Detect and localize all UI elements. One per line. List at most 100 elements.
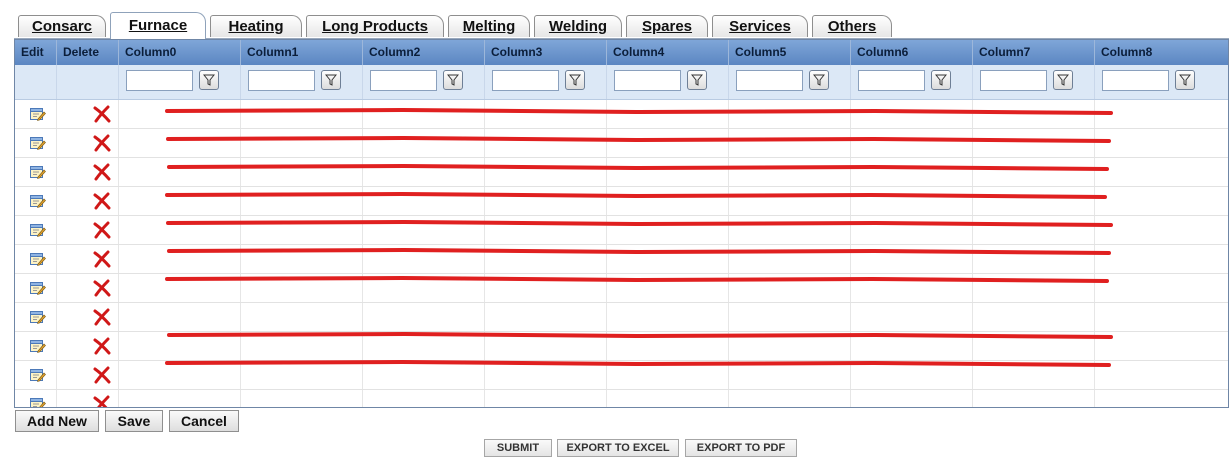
filter-cell-column0: [119, 65, 241, 99]
edit-icon[interactable]: [30, 223, 46, 237]
table-cell: [363, 129, 485, 157]
table-row: [15, 332, 1228, 361]
delete-x-icon[interactable]: [93, 192, 111, 210]
table-cell: [607, 129, 729, 157]
table-cell: [241, 245, 363, 273]
edit-icon[interactable]: [30, 281, 46, 295]
tab-melting[interactable]: Melting: [448, 15, 530, 37]
delete-cell: [57, 303, 119, 331]
tab-spares[interactable]: Spares: [626, 15, 708, 37]
export-excel-button[interactable]: EXPORT TO EXCEL: [557, 439, 679, 457]
filter-button-column8[interactable]: [1175, 70, 1195, 90]
table-cell: [729, 158, 851, 186]
filter-button-column0[interactable]: [199, 70, 219, 90]
delete-x-icon[interactable]: [93, 337, 111, 355]
save-button[interactable]: Save: [105, 410, 163, 432]
filter-input-column3[interactable]: [492, 70, 559, 91]
header-column6[interactable]: Column6: [851, 40, 973, 65]
table-cell: [729, 187, 851, 215]
header-column2[interactable]: Column2: [363, 40, 485, 65]
filter-input-column2[interactable]: [370, 70, 437, 91]
edit-icon[interactable]: [30, 339, 46, 353]
table-row: [15, 187, 1228, 216]
tab-others[interactable]: Others: [812, 15, 892, 37]
filter-cell-column1: [241, 65, 363, 99]
delete-cell: [57, 390, 119, 408]
filter-button-column7[interactable]: [1053, 70, 1073, 90]
edit-icon[interactable]: [30, 107, 46, 121]
table-cell: [851, 158, 973, 186]
header-column4[interactable]: Column4: [607, 40, 729, 65]
table-cell: [729, 245, 851, 273]
edit-icon[interactable]: [30, 136, 46, 150]
tab-consarc[interactable]: Consarc: [18, 15, 106, 37]
table-cell: [119, 216, 241, 244]
header-column7[interactable]: Column7: [973, 40, 1095, 65]
header-column0[interactable]: Column0: [119, 40, 241, 65]
filter-input-column6[interactable]: [858, 70, 925, 91]
table-cell: [241, 303, 363, 331]
table-cell: [485, 245, 607, 273]
export-pdf-button[interactable]: EXPORT TO PDF: [685, 439, 797, 457]
edit-icon[interactable]: [30, 310, 46, 324]
table-cell: [973, 332, 1095, 360]
edit-icon[interactable]: [30, 397, 46, 408]
filter-funnel-icon: [1179, 74, 1191, 86]
header-column3[interactable]: Column3: [485, 40, 607, 65]
table-row: [15, 158, 1228, 187]
edit-icon[interactable]: [30, 368, 46, 382]
table-cell: [1095, 245, 1228, 273]
filter-button-column2[interactable]: [443, 70, 463, 90]
delete-x-icon[interactable]: [93, 250, 111, 268]
filter-button-column4[interactable]: [687, 70, 707, 90]
tab-services[interactable]: Services: [712, 15, 808, 37]
filter-cell-column5: [729, 65, 851, 99]
table-cell: [485, 303, 607, 331]
delete-x-icon[interactable]: [93, 395, 111, 408]
filter-button-column3[interactable]: [565, 70, 585, 90]
filter-input-column0[interactable]: [126, 70, 193, 91]
edit-cell: [15, 361, 57, 389]
header-column8[interactable]: Column8: [1095, 40, 1228, 65]
filter-button-column6[interactable]: [931, 70, 951, 90]
table-cell: [607, 245, 729, 273]
table-cell: [607, 361, 729, 389]
table-cell: [973, 245, 1095, 273]
edit-icon[interactable]: [30, 252, 46, 266]
filter-input-column8[interactable]: [1102, 70, 1169, 91]
filter-button-column1[interactable]: [321, 70, 341, 90]
table-cell: [241, 332, 363, 360]
table-cell: [119, 274, 241, 302]
edit-icon[interactable]: [30, 194, 46, 208]
table-cell: [607, 274, 729, 302]
header-column5[interactable]: Column5: [729, 40, 851, 65]
filter-input-column7[interactable]: [980, 70, 1047, 91]
delete-cell: [57, 187, 119, 215]
delete-x-icon[interactable]: [93, 366, 111, 384]
delete-x-icon[interactable]: [93, 221, 111, 239]
edit-icon[interactable]: [30, 165, 46, 179]
tab-heating[interactable]: Heating: [210, 15, 302, 37]
filter-input-column4[interactable]: [614, 70, 681, 91]
submit-button[interactable]: SUBMIT: [484, 439, 552, 457]
filter-funnel-icon: [935, 74, 947, 86]
cancel-button[interactable]: Cancel: [169, 410, 239, 432]
table-cell: [1095, 303, 1228, 331]
edit-cell: [15, 129, 57, 157]
delete-x-icon[interactable]: [93, 308, 111, 326]
data-grid: Edit Delete Column0 Column1 Column2 Colu…: [14, 39, 1229, 408]
filter-input-column1[interactable]: [248, 70, 315, 91]
table-row: [15, 245, 1228, 274]
delete-x-icon[interactable]: [93, 163, 111, 181]
header-column1[interactable]: Column1: [241, 40, 363, 65]
tab-furnace[interactable]: Furnace: [110, 12, 206, 39]
filter-input-column5[interactable]: [736, 70, 803, 91]
add-new-button[interactable]: Add New: [15, 410, 99, 432]
delete-x-icon[interactable]: [93, 134, 111, 152]
delete-x-icon[interactable]: [93, 105, 111, 123]
tab-welding[interactable]: Welding: [534, 15, 622, 37]
tab-long-products[interactable]: Long Products: [306, 15, 444, 37]
table-row: [15, 216, 1228, 245]
filter-button-column5[interactable]: [809, 70, 829, 90]
delete-x-icon[interactable]: [93, 279, 111, 297]
